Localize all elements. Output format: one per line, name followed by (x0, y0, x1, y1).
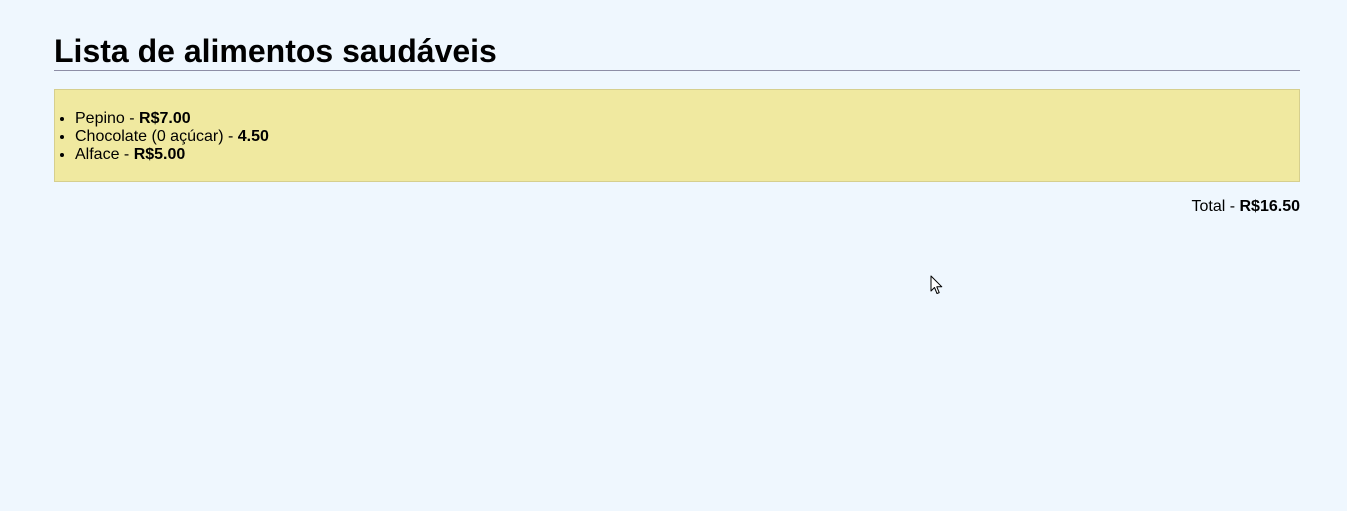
food-list-box: Pepino - R$7.00 Chocolate (0 açúcar) - 4… (54, 89, 1300, 182)
item-name: Chocolate (0 açúcar) (75, 128, 224, 145)
item-price: R$7.00 (139, 110, 191, 127)
item-price: 4.50 (237, 128, 269, 145)
total-line: Total - R$16.50 (54, 198, 1300, 216)
list-item: Chocolate (0 açúcar) - 4.50 (75, 128, 1299, 146)
item-separator: - (119, 146, 134, 163)
page-container: Lista de alimentos saudáveis Pepino - R$… (54, 0, 1300, 216)
item-name: Pepino (75, 110, 125, 127)
mouse-pointer-icon (930, 275, 943, 294)
total-label: Total (1191, 198, 1226, 215)
list-item: Pepino - R$7.00 (75, 110, 1299, 128)
item-name: Alface (75, 146, 120, 163)
item-separator: - (223, 128, 238, 145)
total-separator: - (1225, 198, 1240, 215)
food-list: Pepino - R$7.00 Chocolate (0 açúcar) - 4… (55, 110, 1299, 164)
item-price: R$5.00 (133, 146, 186, 163)
page-title: Lista de alimentos saudáveis (54, 0, 1300, 71)
item-separator: - (124, 110, 140, 127)
list-item: Alface - R$5.00 (75, 146, 1299, 164)
total-value: R$16.50 (1239, 198, 1301, 215)
